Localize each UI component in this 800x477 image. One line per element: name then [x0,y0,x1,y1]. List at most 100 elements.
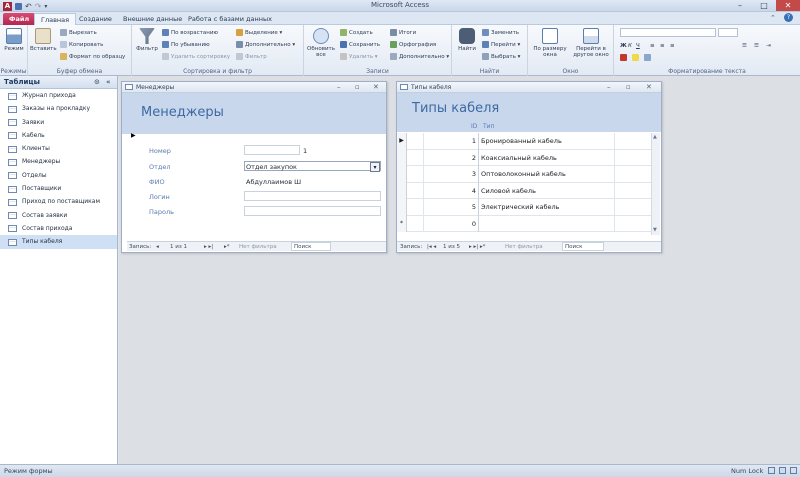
nav-item[interactable]: Клиенты [0,142,117,155]
ds-recnav-filter[interactable]: Нет фильтра [505,242,543,252]
row-selector[interactable]: ▶ [397,133,407,150]
row-selector[interactable] [397,199,407,216]
form-recnav-first-icon[interactable]: ◂ [156,242,159,252]
paste-button[interactable]: Вставить [30,28,57,52]
nav-item[interactable]: Журнал прихода [0,89,117,102]
font-size-select[interactable] [718,28,738,37]
form-recnav-search[interactable]: Поиск [291,242,331,251]
toggle-filter-button[interactable]: Фильтр [236,52,267,62]
ribbon-minimize-icon[interactable]: ⌃ [770,14,776,22]
format-painter-button[interactable]: Формат по образцу [60,52,125,62]
nav-header[interactable]: Таблицы ⊙ « [0,76,117,89]
datasheet-row[interactable]: 3 Оптоволоконный кабель [397,166,651,183]
department-dropdown-icon[interactable]: ▾ [370,162,380,172]
cut-button[interactable]: Вырезать [60,28,97,38]
cell-id[interactable]: 5 [423,199,479,216]
nav-item[interactable]: Поставщики [0,182,117,195]
row-selector[interactable] [397,149,407,166]
layout-view-icon[interactable] [779,467,786,474]
cell-id[interactable]: 4 [423,182,479,199]
form-recnav-position[interactable]: 1 из 1 [170,242,187,252]
goto-button[interactable]: Перейти ▾ [482,40,520,50]
find-button[interactable]: Найти [454,28,480,52]
totals-button[interactable]: Итоги [390,28,416,38]
align-left-icon[interactable]: ≡ [650,41,655,51]
view-button[interactable]: Режим [1,28,27,52]
ds-recnav-position[interactable]: 1 из 5 [443,242,460,252]
ds-recnav-search[interactable]: Поиск [562,242,604,251]
form-restore-button[interactable]: ▫ [355,82,360,93]
tab-external-data[interactable]: Внешние данные [117,13,188,25]
refresh-all-button[interactable]: Обновить все [306,28,336,58]
cell-id[interactable]: 3 [423,166,479,183]
copy-button[interactable]: Копировать [60,40,103,50]
minimize-button[interactable]: – [728,0,752,11]
row-selector[interactable] [397,182,407,199]
nav-item[interactable]: Заказы на прокладку [0,102,117,115]
help-icon[interactable]: ? [784,13,793,22]
datasheet-row[interactable]: ▶ 1 Бронированный кабель [397,133,651,150]
nav-item[interactable]: Типы кабеля [0,235,117,249]
more-records-button[interactable]: Дополнительно ▾ [390,52,449,62]
cell-type[interactable]: Коаксиальный кабель [481,149,615,166]
advanced-filter-button[interactable]: Дополнительно ▾ [236,40,295,50]
row-selector[interactable] [397,166,407,183]
nav-item[interactable]: Состав заявки [0,209,117,222]
align-right-icon[interactable]: ≡ [670,41,675,51]
italic-button[interactable]: К [628,41,632,51]
delete-record-button[interactable]: Удалить ▾ [340,52,378,62]
tab-database-tools[interactable]: Работа с базами данных [182,13,278,25]
replace-button[interactable]: Заменить [482,28,519,38]
maximize-button[interactable]: □ [752,0,776,11]
new-record-button[interactable]: Создать [340,28,373,38]
background-color-icon[interactable] [644,53,653,63]
fit-window-button[interactable]: По размеру окна [531,28,569,58]
underline-button[interactable]: Ч [636,41,640,51]
column-header-type[interactable]: Тип [483,123,495,130]
tab-home[interactable]: Главная [34,13,77,25]
sort-descending-button[interactable]: По убыванию [162,40,210,50]
datasheet-close-button[interactable]: ✕ [646,82,652,93]
cell-type[interactable]: Силовой кабель [481,182,615,199]
scroll-up-icon[interactable]: ▲ [653,134,657,140]
datasheet-row[interactable]: 4 Силовой кабель [397,182,651,199]
remove-sort-button[interactable]: Удалить сортировку [162,52,230,62]
save-record-button[interactable]: Сохранить [340,40,380,50]
spelling-button[interactable]: Орфография [390,40,436,50]
datasheet-row[interactable]: 5 Электрический кабель [397,199,651,216]
cell-id[interactable]: 1 [423,133,479,150]
sort-ascending-button[interactable]: По возрастанию [162,28,218,38]
nav-item[interactable]: Отделы [0,169,117,182]
record-selector-icon[interactable]: ▶ [131,132,136,139]
cell-type[interactable]: Оптоволоконный кабель [481,166,615,183]
nav-dropdown-icon[interactable]: ⊙ [94,76,100,89]
form-view-icon[interactable] [768,467,775,474]
tab-file[interactable]: Файл [3,13,36,25]
field-login[interactable] [244,191,381,201]
nav-item[interactable]: Менеджеры [0,155,117,168]
tab-create[interactable]: Создание [73,13,118,25]
cell-type[interactable]: Бронированный кабель [481,133,615,150]
cell-id[interactable]: 0 [423,215,479,232]
switch-window-button[interactable]: Перейти в другое окно [571,28,611,58]
filter-button[interactable]: Фильтр [134,28,160,52]
font-name-select[interactable] [620,28,716,37]
selection-button[interactable]: Выделение ▾ [236,28,282,38]
align-center-icon[interactable]: ≡ [660,41,665,51]
ds-recnav-next-icon[interactable]: ▸ ▸| ▸* [469,242,485,252]
design-view-icon[interactable] [790,467,797,474]
datasheet-row[interactable]: * 0 [397,215,651,232]
form-minimize-button[interactable]: – [337,82,341,93]
numbered-list-icon[interactable]: ☰ [754,41,759,51]
cell-type[interactable]: Электрический кабель [481,199,615,216]
nav-item[interactable]: Приход по поставщикам [0,195,117,208]
font-color-icon[interactable] [620,53,629,63]
datasheet-row[interactable]: 2 Коаксиальный кабель [397,149,651,166]
highlight-color-icon[interactable] [632,53,641,63]
datasheet-restore-button[interactable]: ▫ [626,82,631,93]
bold-button[interactable]: Ж [620,41,627,51]
column-header-id[interactable]: ID [471,123,477,130]
form-recnav-filter[interactable]: Нет фильтра [239,242,277,252]
datasheet-minimize-button[interactable]: – [607,82,611,93]
nav-item[interactable]: Состав прихода [0,222,117,235]
